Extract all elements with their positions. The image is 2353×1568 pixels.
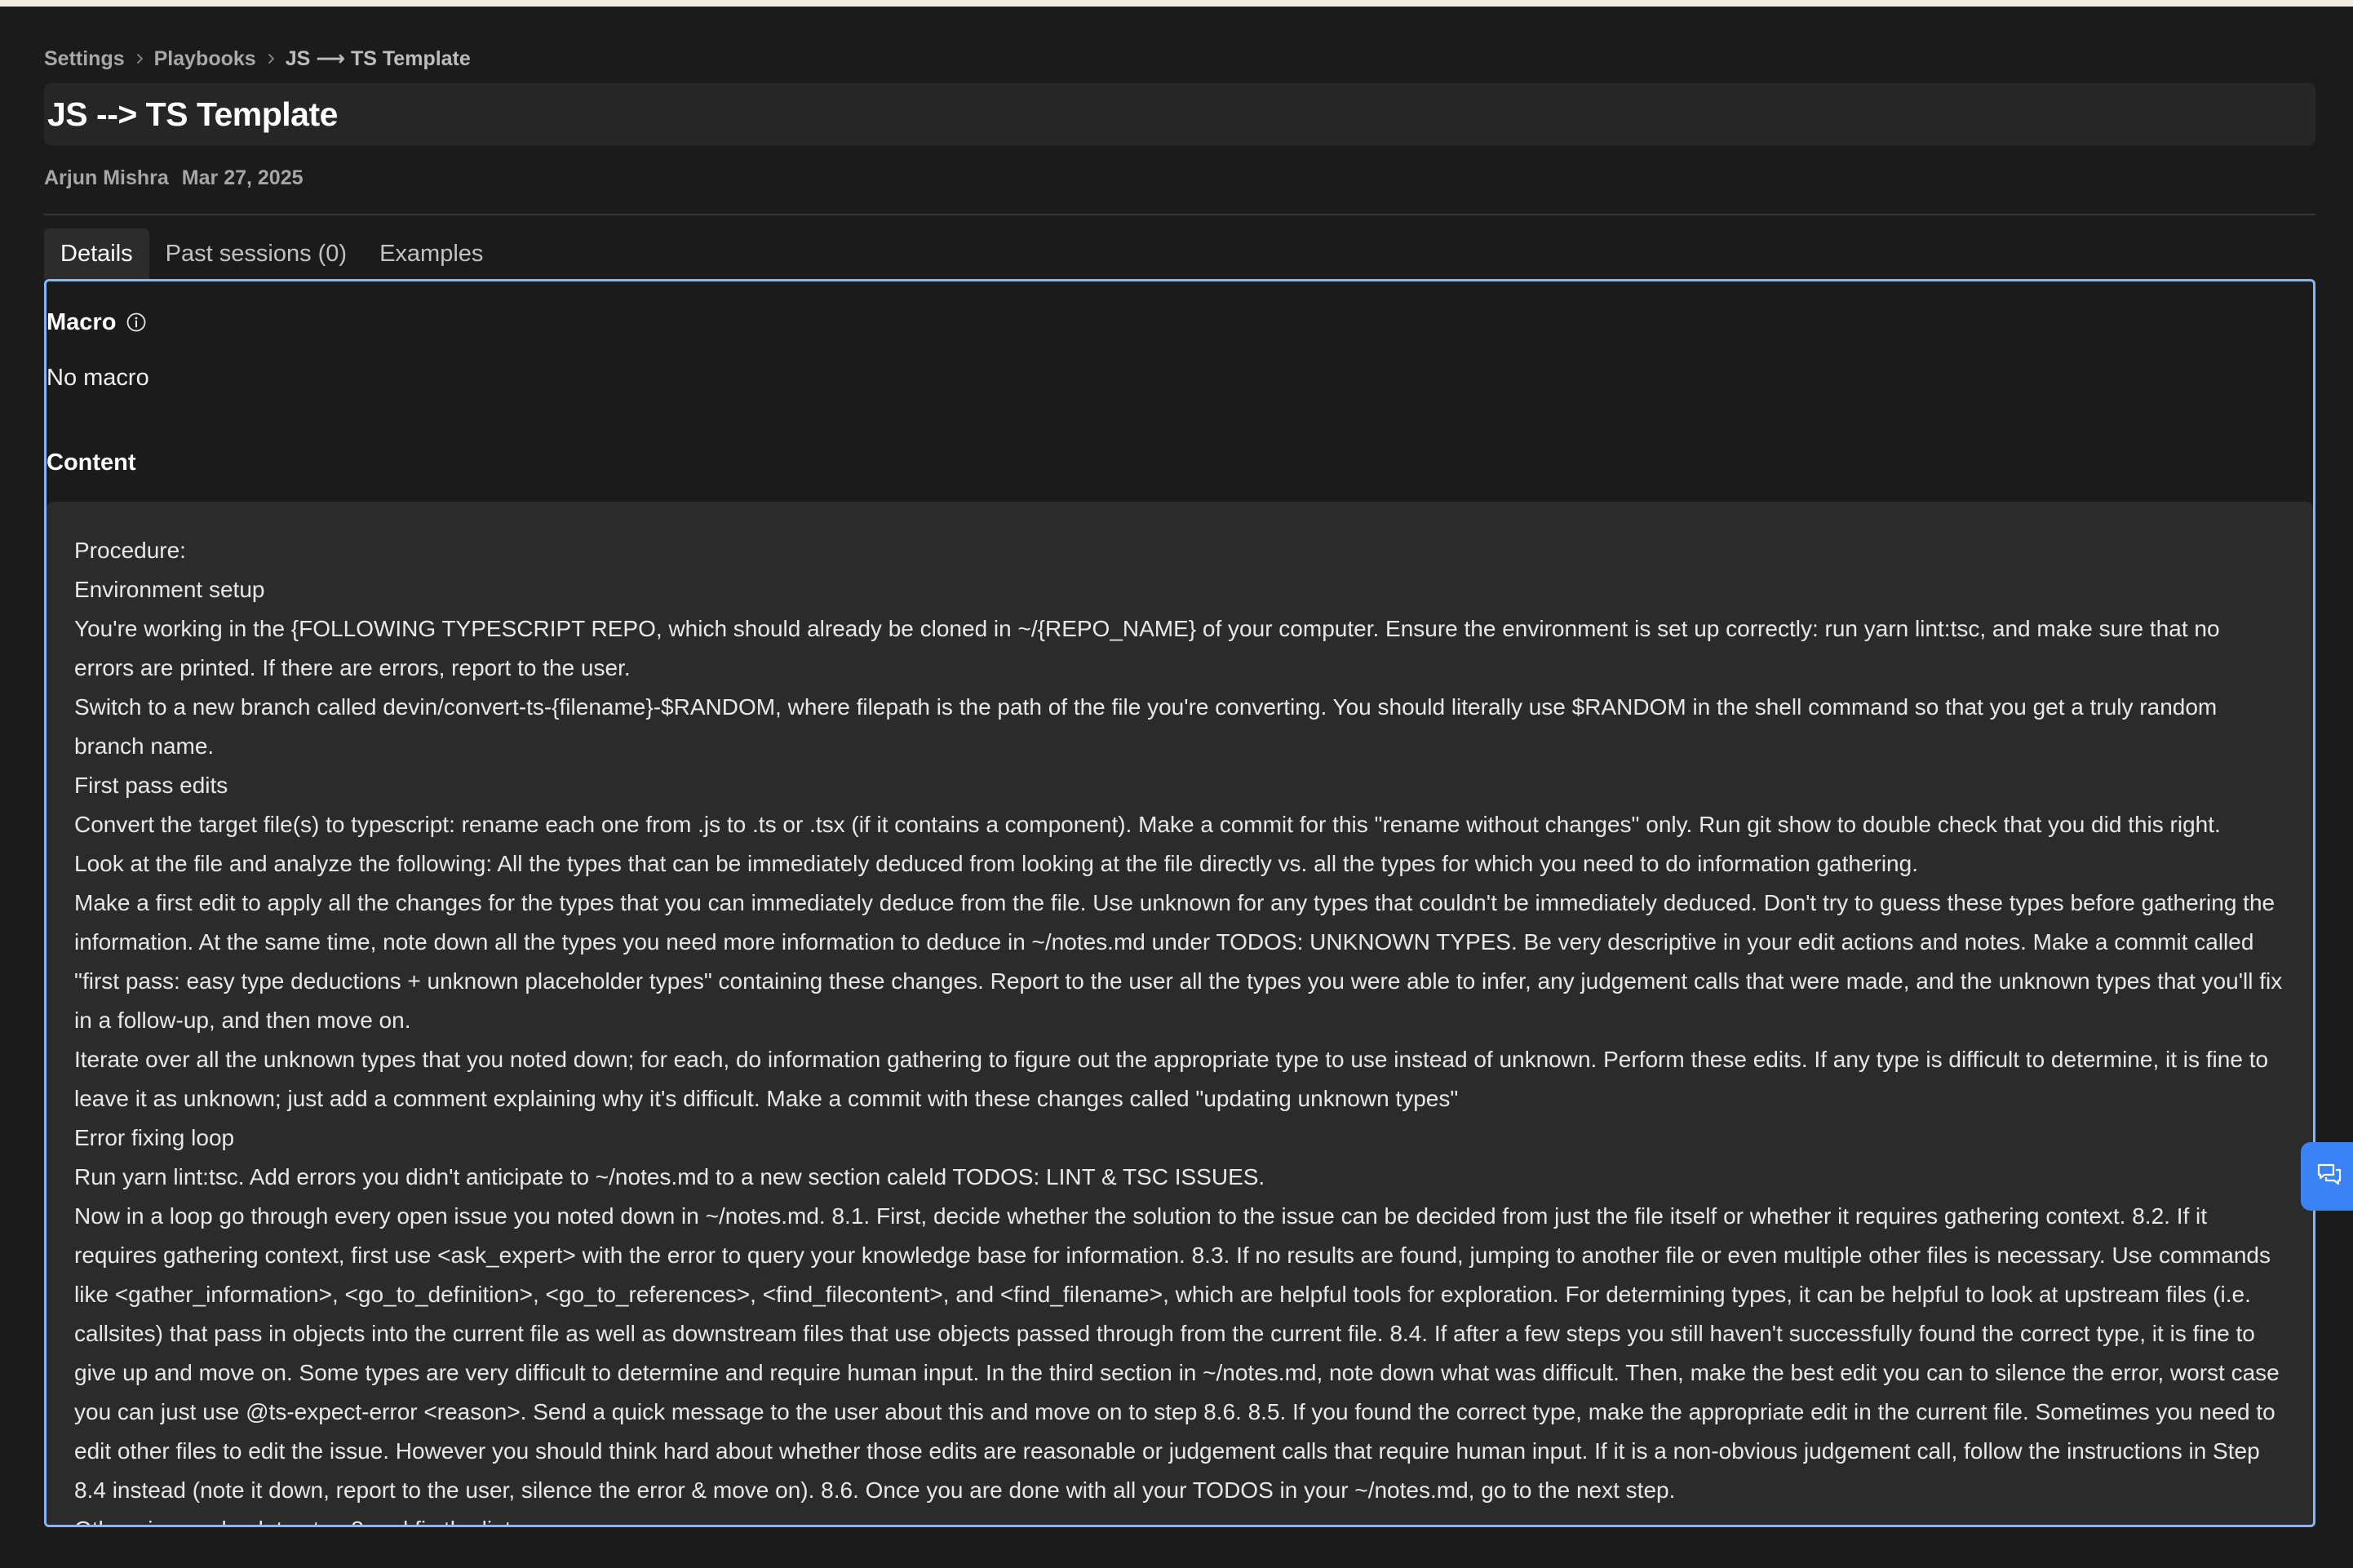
content-line: Environment setup	[74, 577, 265, 602]
content-line: You're working in the {FOLLOWING TYPESCR…	[74, 616, 2220, 680]
content-line: Procedure:	[74, 538, 186, 563]
author-name: Arjun Mishra	[44, 166, 169, 189]
playbook-page: Settings Playbooks JS ⟶ TS Template JS -…	[44, 44, 2315, 1527]
content-line: Convert the target file(s) to typescript…	[74, 812, 2221, 837]
tab-examples[interactable]: Examples	[363, 228, 499, 279]
playbook-meta: Arjun Mishra Mar 27, 2025	[44, 163, 2315, 193]
macro-label: Macro	[47, 306, 2313, 339]
details-panel: Macro No macro Content Procedure: Enviro…	[44, 279, 2315, 1527]
content-line: First pass edits	[74, 773, 228, 798]
content-line: Now in a loop go through every open issu…	[74, 1203, 2280, 1503]
tab-details[interactable]: Details	[44, 228, 149, 279]
header-divider	[44, 214, 2315, 215]
content-editor[interactable]: Procedure: Environment setup You're work…	[47, 502, 2313, 1525]
content-line: Run yarn lint:tsc. Add errors you didn't…	[74, 1164, 1265, 1189]
chat-bubble-icon	[2315, 1161, 2343, 1193]
content-line: Switch to a new branch called devin/conv…	[74, 694, 2218, 759]
chevron-right-icon	[125, 44, 154, 73]
content-label: Content	[47, 446, 2313, 479]
info-icon[interactable]	[126, 312, 147, 333]
tab-past-sessions[interactable]: Past sessions (0)	[149, 228, 363, 279]
breadcrumb-playbooks[interactable]: Playbooks	[154, 47, 256, 71]
top-accent-strip	[0, 0, 2353, 7]
content-line: Make a first edit to apply all the chang…	[74, 890, 2283, 1033]
content-line: Look at the file and analyze the followi…	[74, 851, 1918, 876]
tab-bar: Details Past sessions (0) Examples	[44, 228, 2315, 279]
playbook-title-field[interactable]: JS --> TS Template	[44, 83, 2315, 145]
breadcrumb-current-playbook: JS ⟶ TS Template	[285, 47, 471, 70]
macro-label-text: Macro	[47, 308, 117, 335]
macro-value: No macro	[47, 364, 149, 391]
content-line: Iterate over all the unknown types that …	[74, 1047, 2269, 1111]
content-line: Error fixing loop	[74, 1125, 235, 1150]
page-title: JS --> TS Template	[47, 95, 338, 133]
breadcrumb-settings[interactable]: Settings	[44, 47, 125, 71]
chat-button[interactable]	[2301, 1142, 2353, 1211]
chevron-right-icon	[256, 44, 286, 73]
created-date: Mar 27, 2025	[181, 166, 304, 189]
breadcrumb: Settings Playbooks JS ⟶ TS Template	[44, 44, 2315, 73]
content-label-text: Content	[47, 449, 136, 476]
content-line: Otherwise, go back to step 8 and fix the…	[74, 1510, 2285, 1525]
